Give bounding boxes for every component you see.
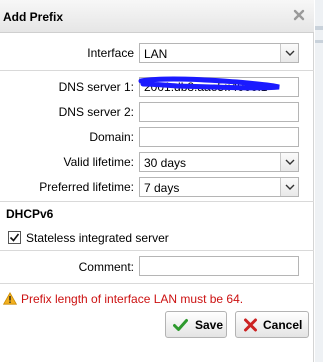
dns-server-2-label: DNS server 2: — [58, 105, 134, 119]
divider — [0, 283, 314, 284]
add-prefix-dialog: Add Prefix Interface LAN DNS server 1: 2… — [0, 0, 314, 362]
dns-server-2-input[interactable] — [139, 102, 299, 122]
interface-select[interactable]: LAN — [139, 43, 299, 63]
background-window-edge — [315, 0, 323, 362]
divider — [0, 70, 314, 71]
comment-input[interactable] — [139, 256, 299, 276]
check-icon — [173, 319, 188, 331]
valid-lifetime-value: 30 days — [144, 156, 187, 170]
error-message: Prefix length of interface LAN must be 6… — [21, 292, 244, 306]
close-icon[interactable] — [290, 6, 308, 24]
interface-label: Interface — [87, 46, 134, 60]
save-button[interactable]: Save — [165, 311, 227, 338]
check-mark-icon — [9, 233, 20, 242]
background-detail — [315, 26, 323, 30]
cancel-label: Cancel — [263, 318, 303, 332]
save-label: Save — [195, 318, 224, 332]
comment-label: Comment: — [78, 260, 134, 274]
x-icon — [244, 318, 257, 332]
interface-value: LAN — [144, 47, 168, 61]
domain-label: Domain: — [89, 130, 134, 144]
dialog-titlebar: Add Prefix — [0, 0, 314, 33]
preferred-lifetime-label: Preferred lifetime: — [39, 180, 134, 194]
dialog-title: Add Prefix — [3, 10, 64, 24]
valid-lifetime-label: Valid lifetime: — [63, 155, 134, 169]
chevron-down-icon[interactable] — [280, 178, 298, 196]
domain-input[interactable] — [139, 127, 299, 147]
redaction-scribble — [138, 76, 280, 91]
dhcpv6-heading: DHCPv6 — [6, 207, 54, 221]
stateless-checkbox[interactable] — [8, 231, 21, 244]
dns-server-1-label: DNS server 1: — [58, 80, 134, 94]
divider — [0, 250, 314, 251]
cancel-button[interactable]: Cancel — [235, 311, 309, 338]
preferred-lifetime-value: 7 days — [144, 181, 180, 195]
divider — [0, 201, 314, 202]
preferred-lifetime-select[interactable]: 7 days — [139, 177, 299, 197]
chevron-down-icon[interactable] — [280, 153, 298, 171]
background-detail — [315, 40, 323, 43]
valid-lifetime-select[interactable]: 30 days — [139, 152, 299, 172]
stateless-label[interactable]: Stateless integrated server — [26, 231, 169, 245]
chevron-down-icon[interactable] — [280, 44, 298, 62]
warning-icon — [3, 292, 17, 305]
